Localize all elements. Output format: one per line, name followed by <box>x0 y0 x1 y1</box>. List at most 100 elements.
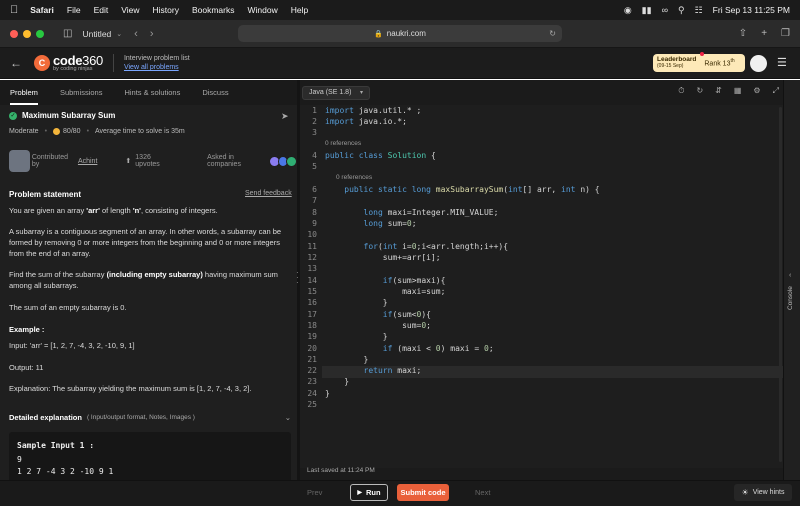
battery-icon[interactable]: ▮▮ <box>642 5 652 16</box>
line-number: 20 <box>307 344 317 353</box>
format-icon[interactable]: ⇵ <box>715 86 722 96</box>
browser-actions: ⇧ + ❐ <box>739 28 790 39</box>
timer-icon[interactable]: ⏱ <box>678 86 684 96</box>
console-panel-toggle[interactable]: ‹ Console <box>783 80 800 480</box>
menu-app[interactable]: Safari <box>30 5 54 15</box>
code-line: } <box>325 332 388 341</box>
link-icon[interactable]: ∞ <box>662 5 668 15</box>
reload-icon[interactable]: ↻ <box>549 29 556 38</box>
code-line: for(int i=0;i<arr.length;i++){ <box>363 242 509 251</box>
prev-button[interactable]: Prev <box>307 488 322 497</box>
code-line: long sum=0; <box>363 219 417 228</box>
coin-icon <box>53 128 61 135</box>
sample-header: Sample Input 1 : <box>17 441 95 450</box>
code-lens-references[interactable]: 0 references <box>336 174 372 181</box>
code-line: if (maxi < 0) maxi = 0; <box>382 344 494 353</box>
editor-scrollbar[interactable] <box>779 107 782 462</box>
status-area: ◉ ▮▮ ∞ ⚲ ☷ Fri Sep 13 11:25 PM <box>624 5 790 16</box>
menu-view[interactable]: View <box>121 5 139 15</box>
line-number: 23 <box>307 377 317 386</box>
breadcrumb: Interview problem list View all problems <box>124 54 190 73</box>
view-all-problems-link[interactable]: View all problems <box>124 63 190 72</box>
record-icon[interactable]: ◉ <box>624 5 632 16</box>
sample-line: 1 2 7 -4 3 2 -10 9 1 <box>17 467 114 476</box>
author-link[interactable]: Achint <box>78 158 97 165</box>
leaderboard-button[interactable]: Leaderboard (09-15 Sep) Rank 13th <box>653 52 745 72</box>
reset-icon[interactable]: ↻ <box>696 86 703 96</box>
company-badge[interactable] <box>286 155 297 167</box>
tab-hints-solutions[interactable]: Hints & solutions <box>124 88 180 97</box>
detailed-sub: ( Input/output format, Notes, Images ) <box>86 414 195 421</box>
tab-discuss[interactable]: Discuss <box>202 88 228 97</box>
chevron-down-icon[interactable]: ⌄ <box>285 413 291 422</box>
drag-handle-icon[interactable]: · · · <box>296 269 299 287</box>
line-number: 12 <box>307 253 317 262</box>
language-select[interactable]: Java (SE 1.8) ▾ <box>302 85 370 100</box>
zoom-window-button[interactable] <box>36 29 44 38</box>
chevron-left-icon[interactable]: ‹ <box>789 272 791 279</box>
share-icon[interactable]: ➤ <box>281 111 289 122</box>
menu-window[interactable]: Window <box>247 5 277 15</box>
lock-icon: 🔒 <box>374 30 383 38</box>
send-feedback-link[interactable]: Send feedback <box>245 190 292 197</box>
tab-submissions[interactable]: Submissions <box>60 88 103 97</box>
next-button[interactable]: Next <box>475 488 490 497</box>
statement-paragraph: Find the sum of the subarray (including … <box>9 270 278 290</box>
clock-text[interactable]: Fri Sep 13 11:25 PM <box>713 5 790 15</box>
code-line: return maxi; <box>363 366 422 375</box>
back-icon[interactable]: ‹ <box>134 28 138 40</box>
forward-icon[interactable]: › <box>150 28 154 40</box>
fullscreen-icon[interactable]: ⤢ <box>773 86 779 96</box>
upvotes-count: 1326 upvotes <box>135 154 160 168</box>
detailed-explanation-toggle[interactable]: Detailed explanation ( Input/output form… <box>9 413 291 422</box>
control-center-icon[interactable]: ☷ <box>695 5 703 16</box>
line-number: 17 <box>307 310 317 319</box>
line-number: 1 <box>312 106 317 115</box>
page-bottom-edge <box>0 506 800 520</box>
submit-code-button[interactable]: Submit code <box>397 484 449 501</box>
tab-problem[interactable]: Problem <box>10 88 38 105</box>
menu-help[interactable]: Help <box>291 5 308 15</box>
menu-history[interactable]: History <box>153 5 179 15</box>
upvote-icon[interactable]: ⬆ <box>125 157 131 165</box>
author-avatar[interactable] <box>9 150 30 172</box>
run-button[interactable]: ▶ Run <box>350 484 388 501</box>
contributed-by-label: Contributed by <box>31 154 69 168</box>
minimize-window-button[interactable] <box>23 29 31 38</box>
statement-header: Problem statement <box>9 190 82 199</box>
address-bar[interactable]: 🔒 naukri.com ↻ <box>238 25 562 42</box>
chevron-down-icon[interactable]: ⌄ <box>116 30 122 38</box>
logo[interactable]: code360 by coding ninjas <box>53 54 103 73</box>
share-icon[interactable]: ⇧ <box>739 28 747 39</box>
statement-paragraph: A subarray is a contiguous segment of an… <box>9 227 282 258</box>
menu-edit[interactable]: Edit <box>94 5 109 15</box>
code-area[interactable]: 1 2 3 4 5 6 7 8 9 10 11 12 13 14 15 16 17 18 19 20 21 22 23 24 2… <box>300 105 783 468</box>
view-hints-button[interactable]: ☀ View hints <box>734 484 792 501</box>
tab-title[interactable]: Untitled <box>82 29 111 39</box>
menu-bookmarks[interactable]: Bookmarks <box>192 5 235 15</box>
search-icon[interactable]: ⚲ <box>678 5 685 16</box>
menu-file[interactable]: File <box>67 5 81 15</box>
statement-paragraph: The sum of an empty subarray is 0. <box>9 303 127 312</box>
editor-actions: ⏱ ↻ ⇵ ▦ ⚙ ⤢ <box>678 86 779 96</box>
apple-icon[interactable]:  <box>10 4 18 16</box>
line-number: 4 <box>312 151 317 160</box>
layout-icon[interactable]: ▦ <box>734 86 742 96</box>
line-number: 15 <box>307 287 317 296</box>
sidebar-icon[interactable]: ◫ <box>63 28 72 39</box>
arrow-left-icon[interactable]: ← <box>10 56 22 70</box>
leaderboard-dates: (09-15 Sep) <box>657 62 684 69</box>
avatar[interactable] <box>750 55 767 72</box>
hamburger-menu-icon[interactable]: ☰ <box>777 56 787 69</box>
logo-icon[interactable]: C <box>34 55 50 71</box>
code-lens-references[interactable]: 0 references <box>325 140 361 147</box>
settings-gear-icon[interactable]: ⚙ <box>753 86 760 96</box>
code-line: public class Solution { <box>325 151 436 160</box>
statement-paragraph: You are given an array 'arr' of length '… <box>9 206 218 215</box>
example-header: Example : <box>9 325 45 334</box>
new-tab-icon[interactable]: + <box>761 28 767 39</box>
line-number: 24 <box>307 389 317 398</box>
sample-line: 9 <box>17 455 22 464</box>
tab-overview-icon[interactable]: ❐ <box>781 28 790 39</box>
close-window-button[interactable] <box>10 29 18 38</box>
